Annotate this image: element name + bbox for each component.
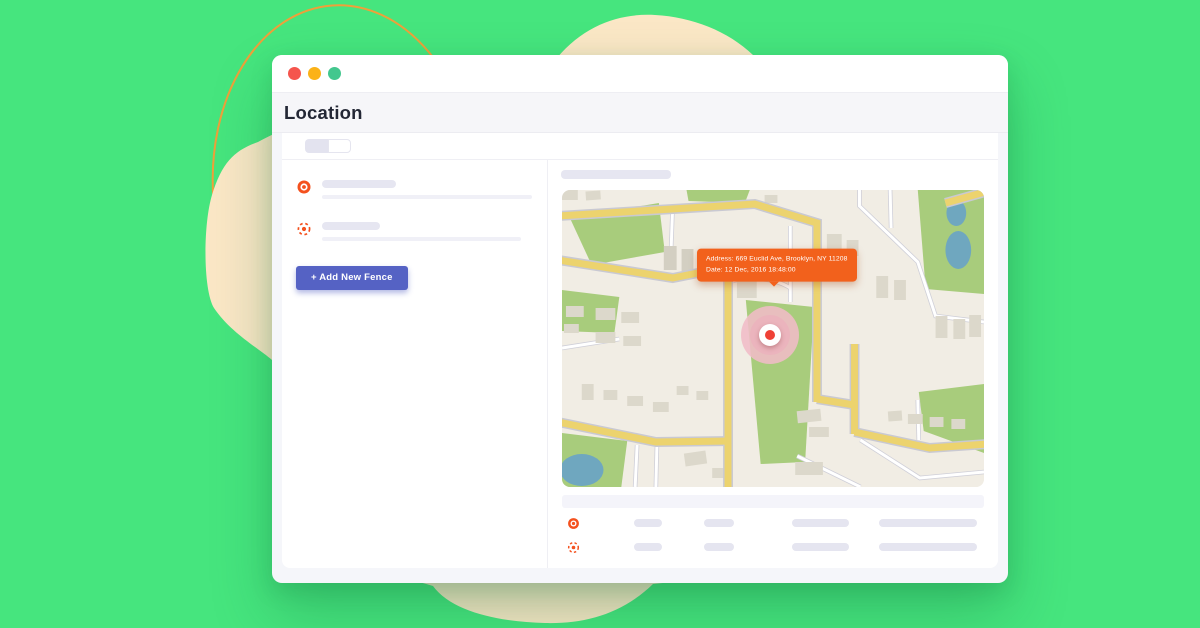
list-item[interactable] xyxy=(296,221,547,241)
skeleton-line xyxy=(322,195,532,199)
skeleton-line xyxy=(322,237,521,241)
view-toggle[interactable] xyxy=(305,139,351,153)
map-tooltip: Address: 669 Euclid Ave, Brooklyn, NY 11… xyxy=(697,249,856,282)
skeleton-cell xyxy=(634,543,662,551)
zoom-window-button[interactable] xyxy=(328,67,341,80)
map-panel: Address: 669 Euclid Ave, Brooklyn, NY 11… xyxy=(548,160,998,568)
add-new-fence-button[interactable]: + Add New Fence xyxy=(296,266,408,290)
app-window: Location xyxy=(272,55,1008,583)
geofence-icon xyxy=(296,221,312,237)
fence-list-panel: + Add New Fence xyxy=(282,160,548,568)
skeleton-cell xyxy=(704,519,734,527)
table-header-skeleton xyxy=(562,495,984,508)
map-canvas[interactable]: Address: 669 Euclid Ave, Brooklyn, NY 11… xyxy=(562,190,984,487)
tooltip-date: Date: 12 Dec, 2016 18:48:00 xyxy=(706,265,847,276)
location-dot-icon xyxy=(567,517,580,530)
list-item[interactable] xyxy=(296,179,547,199)
hero-illustration: Location xyxy=(0,0,1200,628)
skeleton-cell xyxy=(704,543,734,551)
skeleton-title xyxy=(561,170,671,179)
close-window-button[interactable] xyxy=(288,67,301,80)
minimize-window-button[interactable] xyxy=(308,67,321,80)
page-header: Location xyxy=(272,93,1008,133)
view-toggle-on-segment xyxy=(305,139,328,153)
table-row[interactable] xyxy=(562,541,984,554)
view-toggle-off-segment xyxy=(328,139,351,153)
toolbar xyxy=(282,133,998,160)
location-dot-icon xyxy=(296,179,312,195)
table-row[interactable] xyxy=(562,517,984,530)
skeleton-cell xyxy=(879,519,977,527)
geofence-icon xyxy=(567,541,580,554)
page-title: Location xyxy=(284,102,363,124)
skeleton-cell xyxy=(634,519,662,527)
skeleton-cell xyxy=(792,543,849,551)
skeleton-cell xyxy=(792,519,849,527)
skeleton-title xyxy=(322,222,380,230)
tooltip-address: Address: 669 Euclid Ave, Brooklyn, NY 11… xyxy=(706,254,847,265)
window-titlebar xyxy=(272,55,1008,93)
skeleton-title xyxy=(322,180,396,188)
content-card: + Add New Fence xyxy=(282,133,998,568)
skeleton-cell xyxy=(879,543,977,551)
map-marker-dot xyxy=(765,330,775,340)
content-frame: + Add New Fence xyxy=(272,133,1008,582)
